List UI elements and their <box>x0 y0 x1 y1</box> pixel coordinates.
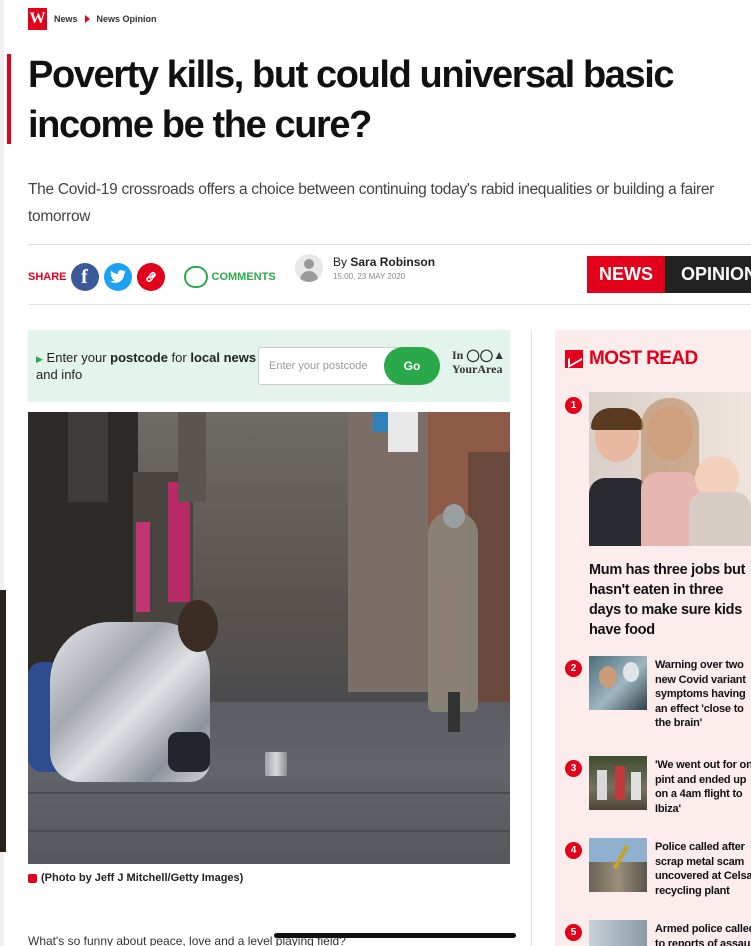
twitter-icon[interactable] <box>103 263 132 291</box>
most-read-thumbnail[interactable] <box>589 920 647 946</box>
inyourarea-line1: In ◯◯▲ <box>452 348 506 362</box>
most-read-thumbnail[interactable] <box>589 838 647 892</box>
most-read-thumbnail[interactable] <box>589 656 647 710</box>
most-read-heading: MOST READ <box>565 348 698 370</box>
share-label: SHARE <box>28 271 67 283</box>
most-read-item-title[interactable]: Police called after scrap metal scam unc… <box>655 840 751 898</box>
comments-button[interactable]: COMMENTS <box>183 266 276 288</box>
comment-icon <box>183 266 208 288</box>
rank-badge: 1 <box>565 397 582 414</box>
tag-news[interactable]: NEWS <box>587 256 665 293</box>
most-read-thumbnail[interactable] <box>589 392 751 546</box>
most-read-item-title[interactable]: Warning over two new Covid variant sympt… <box>655 658 751 731</box>
postcode-go-button[interactable]: Go <box>384 347 440 385</box>
divider <box>28 244 751 245</box>
rank-badge: 2 <box>565 660 582 677</box>
image-caption: (Photo by Jeff J Mitchell/Getty Images) <box>28 872 243 884</box>
author-name-line: By Sara Robinson <box>333 255 435 269</box>
inyourarea-logo[interactable]: In ◯◯▲ YourArea <box>452 348 505 376</box>
sidebar-divider <box>531 330 532 946</box>
author-name[interactable]: Sara Robinson <box>350 255 435 269</box>
postcode-prompt-text: and info <box>36 367 83 382</box>
image-caption-text: (Photo by Jeff J Mitchell/Getty Images) <box>41 872 244 884</box>
divider <box>28 304 751 305</box>
trending-icon <box>565 350 583 368</box>
home-indicator[interactable] <box>274 933 516 938</box>
most-read-item-title[interactable]: 'We went out for one pint and ended up o… <box>655 758 751 816</box>
publish-timestamp: 15:00, 23 MAY 2020 <box>333 272 406 281</box>
breadcrumb-item-news[interactable]: News <box>54 14 78 24</box>
breadcrumb-item-news-opinion[interactable]: News Opinion <box>97 14 157 24</box>
chevron-right-icon <box>84 15 90 23</box>
postcode-prompt-bold: postcode <box>110 350 168 365</box>
rank-badge: 5 <box>565 924 582 941</box>
postcode-prompt-bold: local news <box>190 350 257 365</box>
most-read-sidebar: MOST READ 1 Mum has three jobs but hasn'… <box>555 330 751 946</box>
most-read-heading-text: MOST READ <box>589 348 698 369</box>
postcode-prompt-text: for <box>167 350 191 365</box>
site-logo[interactable]: W <box>28 8 47 30</box>
most-read-thumbnail[interactable] <box>589 756 647 810</box>
breadcrumb: W News News Opinion <box>28 8 157 30</box>
postcode-prompt-text: Enter your <box>46 350 111 365</box>
link-icon[interactable] <box>136 263 165 291</box>
page-title: Poverty kills, but could universal basic… <box>28 54 675 146</box>
avatar <box>295 254 323 282</box>
article-hero-image[interactable] <box>28 412 510 864</box>
arrow-right-icon: ▶ <box>36 354 43 364</box>
headline-accent-bar <box>7 54 11 144</box>
facebook-icon[interactable]: f <box>70 263 99 291</box>
postcode-prompt: ▶ Enter your postcode for local news and… <box>36 350 261 382</box>
window-edge-shadow <box>0 590 6 852</box>
rank-badge: 3 <box>565 760 582 777</box>
tag-opinion[interactable]: OPINION <box>665 256 751 293</box>
inyourarea-line2: YourArea <box>452 362 503 376</box>
article-standfirst: The Covid-19 crossroads offers a choice … <box>28 181 715 225</box>
author-byline: By Sara Robinson 15:00, 23 MAY 2020 <box>295 254 435 282</box>
share-bar: SHARE f COMMENTS <box>28 252 276 302</box>
rank-badge: 4 <box>565 842 582 859</box>
camera-icon <box>28 873 37 883</box>
most-read-item-title[interactable]: Mum has three jobs but hasn't eaten in t… <box>589 560 751 640</box>
comments-label: COMMENTS <box>211 271 276 283</box>
most-read-item-title[interactable]: Armed police called to reports of assaul… <box>655 922 751 946</box>
postcode-widget: ▶ Enter your postcode for local news and… <box>28 330 510 402</box>
author-prefix: By <box>333 255 348 269</box>
